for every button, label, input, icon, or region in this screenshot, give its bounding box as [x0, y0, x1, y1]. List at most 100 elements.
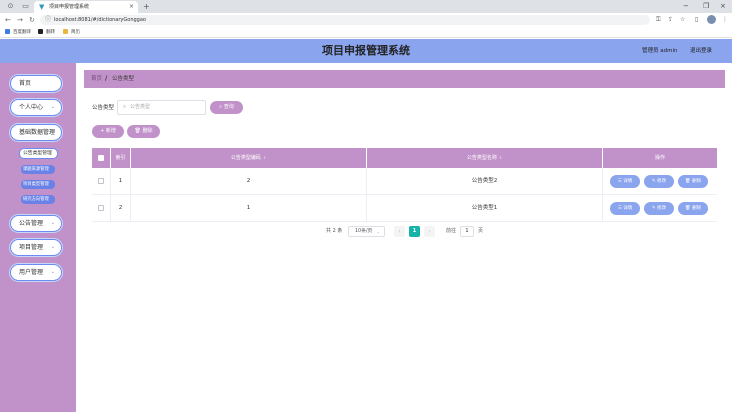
cell-code: 1: [131, 195, 367, 221]
table-row: 2 1 公告类型1 ☰ 详情 ✎ 修改 🗑 删除: [92, 195, 717, 222]
row-delete-button[interactable]: 🗑 删除: [678, 175, 708, 188]
sidebar: 首页 个人中心 ⌄ 基础数据管理 ⌄ 公告管理 ⌄ 项目管理 ⌄ 用户管理 ⌄: [0, 63, 76, 412]
breadcrumb-home[interactable]: 首页: [91, 70, 102, 88]
browser-menu-icon[interactable]: ⋮: [722, 15, 728, 25]
edit-button[interactable]: ✎ 修改: [644, 202, 674, 215]
vue-logo-icon: ▼: [39, 3, 45, 11]
bookmark-star-icon[interactable]: ☆: [680, 15, 685, 25]
new-tab-button[interactable]: +: [143, 1, 150, 12]
trash-icon: 🗑: [684, 206, 693, 211]
reload-icon[interactable]: ↻: [29, 15, 35, 25]
submenu-item-project-type[interactable]: 项目类型管理: [21, 180, 55, 189]
share-icon[interactable]: ⇪: [668, 15, 673, 25]
cell-actions: ☰ 详情 ✎ 修改 🗑 删除: [603, 168, 717, 194]
current-user: 管理员 admin: [642, 48, 678, 54]
row-checkbox-cell: [92, 168, 111, 194]
row-checkbox[interactable]: [98, 177, 104, 184]
add-button[interactable]: + 新增: [92, 125, 124, 138]
active-tab[interactable]: ▼ 项目申报管理系统 ×: [34, 1, 138, 13]
sidebar-item-users[interactable]: 用户管理 ⌄: [10, 264, 62, 281]
side-panel-icon[interactable]: ▯: [695, 15, 698, 25]
submenu-item-topic-source[interactable]: 课题来源管理: [21, 165, 55, 174]
folder-icon: [63, 29, 68, 34]
pagination-total: 共 2 条: [326, 228, 343, 234]
detail-button[interactable]: ☰ 详情: [610, 175, 640, 188]
goto-page-input[interactable]: 1: [460, 226, 474, 237]
bookmark-favicon-icon: [38, 29, 43, 34]
cell-index: 2: [111, 195, 131, 221]
bookmarks-bar: 百度翻译 翻转 简历: [0, 27, 732, 38]
cell-index: 1: [111, 168, 131, 194]
bookmark-item[interactable]: 百度翻译: [5, 28, 31, 37]
column-header-actions: 操作: [654, 155, 665, 161]
sidebar-item-home[interactable]: 首页: [10, 75, 62, 92]
data-table: 索引 公告类型编码 ⇕ 公告类型名称 ⇕ 操作 1 2 公告类型2 ☰ 详情 ✎ 修…: [92, 148, 717, 222]
info-icon[interactable]: ⓘ: [45, 15, 51, 25]
minimize-icon[interactable]: −: [683, 1, 689, 11]
column-header-name[interactable]: 公告类型名称 ⇕: [367, 148, 603, 168]
back-icon[interactable]: ←: [5, 15, 11, 25]
sort-icon[interactable]: ⇕: [499, 155, 502, 160]
sidebar-item-personal-center[interactable]: 个人中心 ⌄: [10, 99, 62, 116]
edit-button[interactable]: ✎ 修改: [644, 175, 674, 188]
window-close-icon[interactable]: ×: [720, 1, 726, 11]
breadcrumb: 首页 / 公告类型: [84, 70, 725, 88]
page-number-current[interactable]: 1: [409, 226, 420, 237]
select-all-checkbox[interactable]: [98, 154, 104, 161]
search-input[interactable]: ⌕ 公告类型: [117, 100, 206, 115]
cell-name: 公告类型2: [367, 168, 603, 194]
app-title: 项目申报管理系统: [322, 44, 410, 57]
search-placeholder: 公告类型: [130, 104, 151, 110]
submenu-item-announcement-type[interactable]: 公告类型管理: [19, 148, 58, 159]
sidebar-item-announcements[interactable]: 公告管理 ⌄: [10, 215, 62, 232]
browser-tab-bar: ⊙ ▭ ▼ 项目申报管理系统 × + − ❐ ×: [0, 0, 732, 13]
bookmark-item[interactable]: 简历: [63, 28, 80, 37]
url-text: localhost:8081/#/dictionaryGonggao: [54, 17, 146, 23]
sidebar-item-projects[interactable]: 项目管理 ⌄: [10, 239, 62, 256]
url-field[interactable]: ⓘ localhost:8081/#/dictionaryGonggao: [40, 15, 650, 25]
bookmark-item[interactable]: 翻转: [38, 28, 55, 37]
column-header-code[interactable]: 公告类型编码 ⇕: [131, 148, 367, 168]
logout-link[interactable]: 退出登录: [690, 47, 712, 55]
forward-icon[interactable]: →: [17, 15, 23, 25]
select-all-checkbox-cell[interactable]: [92, 148, 111, 168]
chevron-down-icon: ⌄: [376, 229, 380, 234]
row-checkbox[interactable]: [98, 204, 104, 211]
detail-button[interactable]: ☰ 详情: [610, 202, 640, 215]
submenu-item-research-direction[interactable]: 研究方向管理: [21, 195, 55, 204]
search-label: 公告类型: [92, 105, 115, 111]
address-bar-row: ← → ↻ ⓘ localhost:8081/#/dictionaryGongg…: [0, 13, 732, 27]
restore-icon[interactable]: ❐: [703, 1, 709, 11]
cell-actions: ☰ 详情 ✎ 修改 🗑 删除: [603, 195, 717, 221]
cell-code: 2: [131, 168, 367, 194]
trash-icon: 🗑: [684, 179, 693, 184]
column-header-index: 索引: [111, 148, 131, 168]
search-icon: ⌕: [123, 104, 127, 110]
page-size-select[interactable]: 10条/页 ⌄: [348, 226, 385, 237]
breadcrumb-current: 公告类型: [112, 76, 135, 82]
github-tab-icon[interactable]: ⊙: [5, 2, 16, 11]
search-button[interactable]: ⌕ 查询: [210, 101, 243, 114]
chevron-down-icon: ⌄: [50, 244, 55, 250]
breadcrumb-separator: /: [105, 75, 108, 82]
key-icon[interactable]: ⚿: [656, 15, 661, 25]
goto-label: 前往: [446, 228, 457, 234]
table-row: 1 2 公告类型2 ☰ 详情 ✎ 修改 🗑 删除: [92, 168, 717, 195]
prev-page-button[interactable]: ‹: [394, 226, 405, 237]
row-delete-button[interactable]: 🗑 删除: [678, 202, 708, 215]
app-header: 项目申报管理系统 管理员 admin 退出登录: [0, 39, 732, 63]
sidebar-item-basic-data[interactable]: 基础数据管理 ⌄: [10, 124, 62, 141]
chevron-down-icon: ⌄: [50, 269, 55, 275]
cell-name: 公告类型1: [367, 195, 603, 221]
delete-button[interactable]: 🗑 删除: [127, 125, 160, 138]
sort-icon[interactable]: ⇕: [263, 155, 266, 160]
chevron-down-icon: ⌄: [50, 220, 55, 226]
row-checkbox-cell: [92, 195, 111, 221]
chevron-down-icon: ⌄: [50, 104, 55, 110]
chevron-down-icon: ⌄: [50, 129, 55, 135]
tab-close-icon[interactable]: ×: [129, 2, 134, 11]
next-page-button[interactable]: ›: [424, 226, 435, 237]
page-unit-label: 页: [478, 228, 484, 234]
profile-avatar[interactable]: [707, 15, 716, 24]
tab-icon[interactable]: ▭: [20, 2, 31, 11]
